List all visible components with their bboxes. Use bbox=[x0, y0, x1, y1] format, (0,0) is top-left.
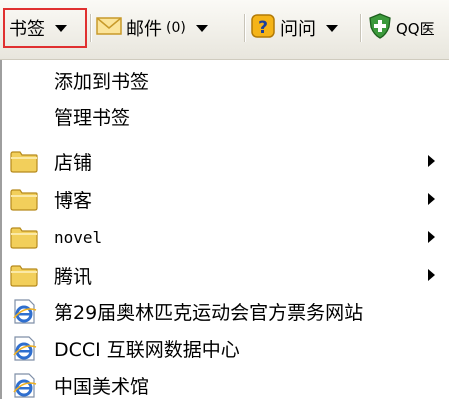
ask-label: 问问 bbox=[280, 19, 316, 40]
ie-page-icon bbox=[9, 298, 39, 324]
chevron-down-icon bbox=[195, 24, 208, 32]
menu-item-folder[interactable]: novel bbox=[2, 218, 449, 256]
svg-text:?: ? bbox=[258, 18, 268, 38]
menu-item-label: 第29届奥林匹克运动会官方票务网站 bbox=[54, 301, 364, 324]
folder-icon bbox=[9, 224, 39, 250]
menu-item-folder[interactable]: 店铺 bbox=[2, 142, 449, 180]
chevron-right-icon bbox=[428, 231, 435, 243]
toolbar: 书签 邮件 (0) ? 问问 QQ医 bbox=[0, 0, 449, 60]
bookmarks-dropdown-menu: 添加到书签 管理书签 店铺 博客 novel 腾讯 第29届奥林匹克运动会官方票… bbox=[0, 60, 449, 399]
menu-item-label: 中国美术馆 bbox=[54, 375, 150, 398]
menu-item-label: 添加到书签 bbox=[54, 70, 150, 93]
menu-item-label: 管理书签 bbox=[54, 106, 131, 129]
ie-page-icon bbox=[9, 372, 39, 398]
ie-page-icon bbox=[9, 335, 39, 361]
chevron-right-icon bbox=[428, 193, 435, 205]
menu-item-label: 腾讯 bbox=[54, 265, 93, 288]
toolbar-separator bbox=[244, 14, 246, 42]
menu-item-label: novel bbox=[54, 227, 103, 247]
menu-item-label: 店铺 bbox=[54, 151, 93, 174]
menu-item-folder[interactable]: 腾讯 bbox=[2, 256, 449, 294]
mail-button[interactable]: 邮件 (0) bbox=[96, 8, 208, 48]
chevron-down-icon bbox=[55, 24, 67, 32]
toolbar-separator bbox=[90, 14, 92, 42]
chevron-down-icon bbox=[326, 24, 338, 32]
menu-item-label: 博客 bbox=[54, 189, 93, 212]
qq-doctor-button[interactable]: QQ医 bbox=[368, 8, 435, 48]
menu-item-add-bookmark[interactable]: 添加到书签 bbox=[2, 61, 449, 99]
question-icon: ? bbox=[250, 13, 276, 44]
qq-doctor-label: QQ医 bbox=[396, 19, 435, 38]
chevron-right-icon bbox=[428, 155, 435, 167]
menu-item-bookmark-link[interactable]: DCCI 互联网数据中心 bbox=[2, 329, 449, 367]
bookmarks-menu-button[interactable]: 书签 bbox=[3, 8, 87, 48]
shield-icon bbox=[368, 12, 392, 44]
folder-icon bbox=[9, 148, 39, 174]
folder-icon bbox=[9, 186, 39, 212]
menu-item-label: DCCI 互联网数据中心 bbox=[54, 338, 240, 361]
menu-item-bookmark-link[interactable]: 中国美术馆 bbox=[2, 366, 449, 404]
bookmarks-label: 书签 bbox=[9, 19, 45, 40]
envelope-icon bbox=[96, 16, 122, 41]
ask-button[interactable]: ? 问问 bbox=[250, 8, 338, 48]
mail-count: (0) bbox=[166, 20, 186, 36]
menu-item-manage-bookmarks[interactable]: 管理书签 bbox=[2, 97, 449, 135]
menu-item-folder[interactable]: 博客 bbox=[2, 180, 449, 218]
toolbar-separator bbox=[360, 14, 362, 42]
folder-icon bbox=[9, 262, 39, 288]
mail-label: 邮件 bbox=[126, 19, 162, 40]
chevron-right-icon bbox=[428, 269, 435, 281]
menu-item-bookmark-link[interactable]: 第29届奥林匹克运动会官方票务网站 bbox=[2, 292, 449, 330]
